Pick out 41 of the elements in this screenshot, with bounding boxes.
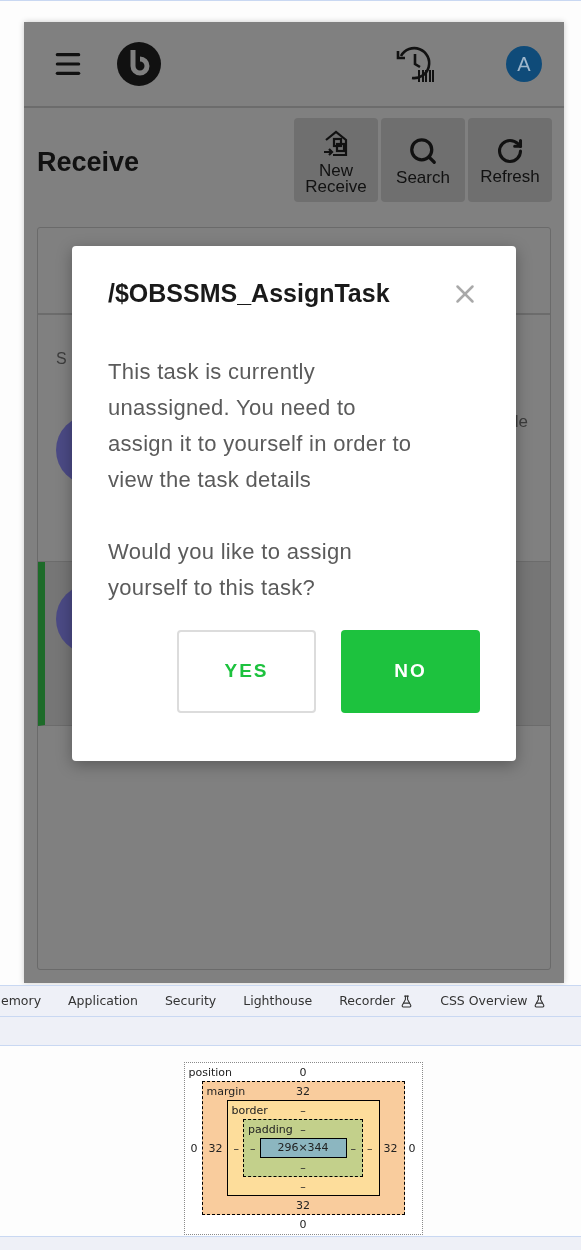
layer-value: – <box>249 1142 257 1154</box>
layer-value: 32 <box>296 1085 310 1097</box>
dialog-message: Would you like to assign yourself to this task? <box>108 538 354 602</box>
refresh-icon <box>496 137 524 165</box>
layer-value: – <box>300 1161 306 1173</box>
section-label: S <box>56 349 67 369</box>
layer-value: 0 <box>189 1142 199 1154</box>
user-avatar[interactable]: A <box>506 46 542 82</box>
devtools-tab[interactable]: Security <box>163 991 218 1011</box>
layer-label: position <box>187 1066 233 1078</box>
layer-value: – <box>300 1104 306 1116</box>
layer-value: 32 <box>207 1142 224 1154</box>
layer-value: – <box>232 1142 240 1154</box>
layer-value: – <box>349 1142 357 1154</box>
layer-value: 0 <box>299 1066 307 1078</box>
devtools-tab[interactable]: emory <box>0 991 43 1011</box>
devtools-tab[interactable]: CSS Overview <box>439 991 547 1011</box>
layer-value: 0 <box>407 1142 417 1154</box>
dialog-message: This task is currently unassigned. You need to assign it to yourself in order to view the task details <box>108 358 413 494</box>
layer-label: padding <box>247 1123 293 1135</box>
toolbar-button[interactable]: New Receive <box>294 118 378 202</box>
search-icon <box>408 136 438 166</box>
dialog-title: /$OBSSMS_AssignTask <box>108 278 390 310</box>
content-box: 296×344 <box>259 1138 347 1158</box>
logo-icon <box>117 42 161 86</box>
layer-value: 32 <box>296 1199 310 1211</box>
layer-value: – <box>366 1142 374 1154</box>
page-title: Receive <box>37 146 141 179</box>
layer-value: – <box>300 1123 306 1135</box>
history-barcode-icon[interactable] <box>395 44 435 84</box>
toolbar-button[interactable]: Refresh <box>468 118 552 202</box>
devtools-tab[interactable]: Application <box>67 991 139 1011</box>
devtools-tab[interactable]: Lighthouse <box>242 991 314 1011</box>
layer-value: 32 <box>382 1142 399 1154</box>
layer-value: – <box>300 1180 306 1192</box>
layer-label: border <box>230 1104 268 1116</box>
layer-value: 0 <box>299 1218 307 1230</box>
devtools-tab[interactable]: Recorder <box>338 991 415 1011</box>
toolbar-button[interactable]: Search <box>381 118 465 202</box>
layer-label: margin <box>205 1085 246 1097</box>
task-detail: le <box>514 411 528 433</box>
